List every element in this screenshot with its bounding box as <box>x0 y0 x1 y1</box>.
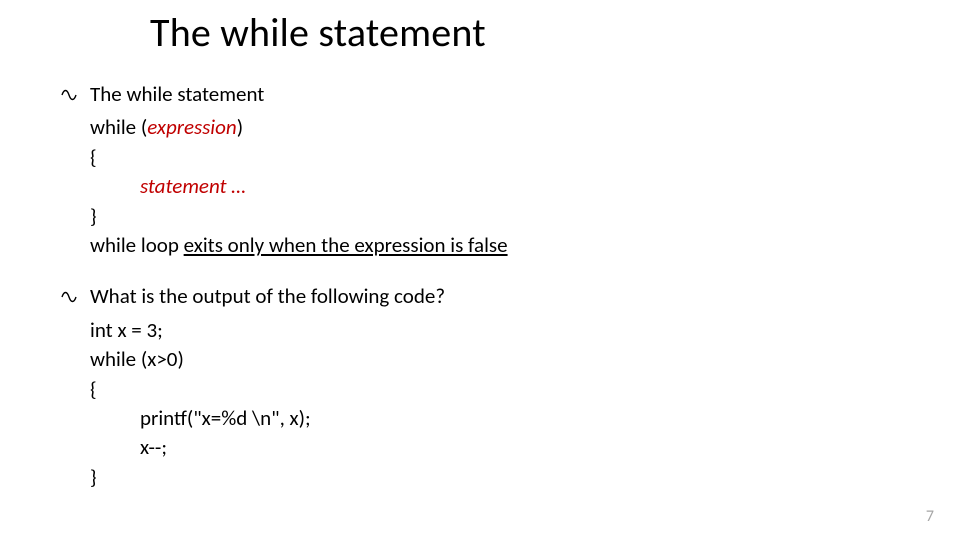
brace-close: } <box>60 202 900 231</box>
slide-body: The while statement while (expression) {… <box>60 80 900 492</box>
page-number: 7 <box>926 507 934 526</box>
bullet-item: The while statement <box>60 80 900 109</box>
while-close-paren: ) <box>237 114 243 140</box>
exit-underlined: exits only when the expression is false <box>184 232 508 258</box>
code-line: x--; <box>60 433 900 462</box>
code-line: int x = 3; <box>60 316 900 345</box>
statement-placeholder: statement … <box>60 172 900 201</box>
exit-condition-line: while loop exits only when the expressio… <box>60 231 900 260</box>
syntax-while-line: while (expression) <box>60 113 900 142</box>
slide: The while statement The while statement … <box>0 0 960 540</box>
bullet-marker-icon <box>60 82 78 110</box>
code-line: { <box>60 375 900 404</box>
statement-text: statement … <box>140 173 246 199</box>
spacer <box>60 260 900 282</box>
code-line: printf("x=%d \n", x); <box>60 404 900 433</box>
code-line: while (x>0) <box>60 345 900 374</box>
brace-open: { <box>60 143 900 172</box>
bullet-item: What is the output of the following code… <box>60 282 900 311</box>
expression-placeholder: expression <box>147 114 236 140</box>
while-keyword: while ( <box>90 114 147 140</box>
bullet-text: What is the output of the following code… <box>90 283 445 309</box>
code-line: } <box>60 463 900 492</box>
bullet-text: The while statement <box>90 81 264 107</box>
bullet-marker-icon <box>60 284 78 312</box>
exit-prefix: while loop <box>90 232 184 258</box>
page-title: The while statement <box>150 8 486 57</box>
